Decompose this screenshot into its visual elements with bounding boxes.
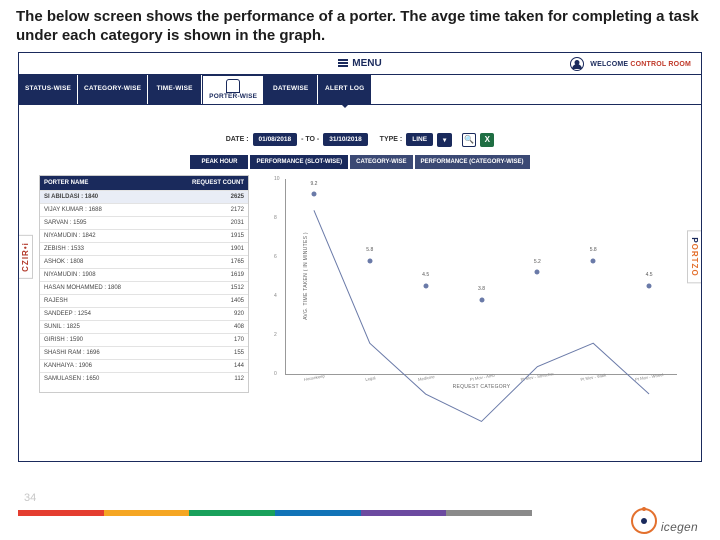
avatar-icon xyxy=(570,57,584,71)
tab-alert-log[interactable]: ALERT LOG xyxy=(318,75,372,104)
porter-table: PORTER NAME REQUEST COUNT SI ABILDASI : … xyxy=(39,175,249,393)
tab-porter-wise[interactable]: PORTER-WISE xyxy=(202,75,264,104)
main-tabs: STATUS-WISE CATEGORY-WISE TIME-WISE PORTER-… xyxy=(19,75,701,105)
footer-brand: icegen xyxy=(631,508,698,534)
chart-point-label: 5.8 xyxy=(366,247,373,253)
table-row[interactable]: KANHAIYA : 1906144 xyxy=(40,359,248,372)
chart-ytick: 4 xyxy=(274,293,277,299)
table-row[interactable]: ASHOK : 18081765 xyxy=(40,255,248,268)
tab-label: STATUS-WISE xyxy=(25,86,71,93)
table-row[interactable]: SARVAN : 15952031 xyxy=(40,216,248,229)
table-row[interactable]: SI ABILDASI : 18402625 xyxy=(40,190,248,203)
table-row[interactable]: NIYAMUDIN : 19081619 xyxy=(40,268,248,281)
brand-logo-icon xyxy=(631,508,657,534)
chart-point xyxy=(591,258,596,263)
menu-label: MENU xyxy=(352,58,381,69)
chart-ytick: 10 xyxy=(274,176,280,182)
excel-export-icon[interactable]: X xyxy=(480,133,494,147)
subtab-3[interactable]: PERFORMANCE (CATEGORY-WISE) xyxy=(415,155,530,169)
table-row[interactable]: SANDEEP : 1254920 xyxy=(40,307,248,320)
tab-status-wise[interactable]: STATUS-WISE xyxy=(19,75,78,104)
table-row[interactable]: NIYAMUDIN : 18421915 xyxy=(40,229,248,242)
slide-caption: The below screen shows the performance o… xyxy=(0,0,720,52)
date-label: DATE : xyxy=(226,136,249,143)
performance-line-chart: AVG. TIME TAKEN ( IN MINUTES ) REQUEST C… xyxy=(285,179,677,375)
footer-stripes xyxy=(18,510,532,516)
date-to-input[interactable]: 31/10/2018 xyxy=(323,133,368,146)
table-row[interactable]: GIRISH : 1590170 xyxy=(40,333,248,346)
top-bar: MENU WELCOME CONTROL ROOM xyxy=(19,53,701,75)
chart-point-label: 9.2 xyxy=(310,181,317,187)
table-row[interactable]: RAJESH1405 xyxy=(40,294,248,307)
chart-ytick: 2 xyxy=(274,332,277,338)
to-label: - TO - xyxy=(301,136,319,143)
chart-point-label: 5.2 xyxy=(534,259,541,265)
chart-ytick: 0 xyxy=(274,371,277,377)
table-row[interactable]: SAMULASEN : 1650112 xyxy=(40,372,248,385)
chart-point-label: 5.8 xyxy=(590,247,597,253)
porter-icon xyxy=(226,79,240,93)
brand-name: icegen xyxy=(661,520,698,534)
chart-type-select[interactable]: LINE xyxy=(406,133,433,146)
page-number: 34 xyxy=(24,492,36,504)
table-row[interactable]: SUNIL : 1825408 xyxy=(40,320,248,333)
tab-datewise[interactable]: DATEWISE xyxy=(264,75,318,104)
search-icon[interactable]: 🔍 xyxy=(462,133,476,147)
chart-ytick: 6 xyxy=(274,254,277,260)
tab-label: PORTER-WISE xyxy=(209,94,257,101)
content-area: PORTER NAME REQUEST COUNT SI ABILDASI : … xyxy=(39,175,681,393)
table-row[interactable]: VIJAY KUMAR : 16882172 xyxy=(40,203,248,216)
chart-point xyxy=(479,297,484,302)
tab-label: ALERT LOG xyxy=(325,86,364,93)
chart-point-label: 4.5 xyxy=(646,272,653,278)
chart-point xyxy=(423,284,428,289)
table-row[interactable]: HASAN MOHAMMED : 18081512 xyxy=(40,281,248,294)
tab-time-wise[interactable]: TIME-WISE xyxy=(148,75,202,104)
filter-bar: DATE : 01/08/2018 - TO - 31/10/2018 TYPE… xyxy=(39,133,681,147)
chart-point xyxy=(647,284,652,289)
date-from-input[interactable]: 01/08/2018 xyxy=(253,133,298,146)
chart-point xyxy=(535,270,540,275)
menu-icon xyxy=(338,59,348,67)
welcome-text: WELCOME CONTROL ROOM xyxy=(570,57,691,71)
chart-point xyxy=(311,192,316,197)
type-label: TYPE : xyxy=(380,136,403,143)
slide-footer: 34 icegen xyxy=(18,492,702,534)
chart-point xyxy=(367,258,372,263)
tab-label: CATEGORY-WISE xyxy=(84,86,141,93)
table-header-porter: PORTER NAME xyxy=(40,176,161,190)
page-body: DATE : 01/08/2018 - TO - 31/10/2018 TYPE… xyxy=(19,107,701,461)
tab-label: TIME-WISE xyxy=(157,86,193,93)
tab-label: DATEWISE xyxy=(273,86,308,93)
tab-category-wise[interactable]: CATEGORY-WISE xyxy=(78,75,148,104)
subtab-1[interactable]: PERFORMANCE (SLOT-WISE) xyxy=(250,155,348,169)
table-row[interactable]: ZEBISH : 15331901 xyxy=(40,242,248,255)
menu-button[interactable]: MENU xyxy=(338,58,381,69)
chart-type-dropdown-toggle[interactable]: ▾ xyxy=(437,133,452,147)
sub-tabs: PEAK HOURPERFORMANCE (SLOT-WISE)CATEGORY… xyxy=(39,155,681,169)
app-frame: CZIR•i PORTZO MENU WELCOME CONTROL ROOM … xyxy=(18,52,702,462)
chart-point-label: 3.8 xyxy=(478,286,485,292)
chart-ytick: 8 xyxy=(274,215,277,221)
table-header-count: REQUEST COUNT xyxy=(161,176,248,190)
table-row[interactable]: SHASHI RAM : 1696155 xyxy=(40,346,248,359)
subtab-0[interactable]: PEAK HOUR xyxy=(190,155,248,169)
subtab-2[interactable]: CATEGORY-WISE xyxy=(350,155,412,169)
chart-point-label: 4.5 xyxy=(422,272,429,278)
